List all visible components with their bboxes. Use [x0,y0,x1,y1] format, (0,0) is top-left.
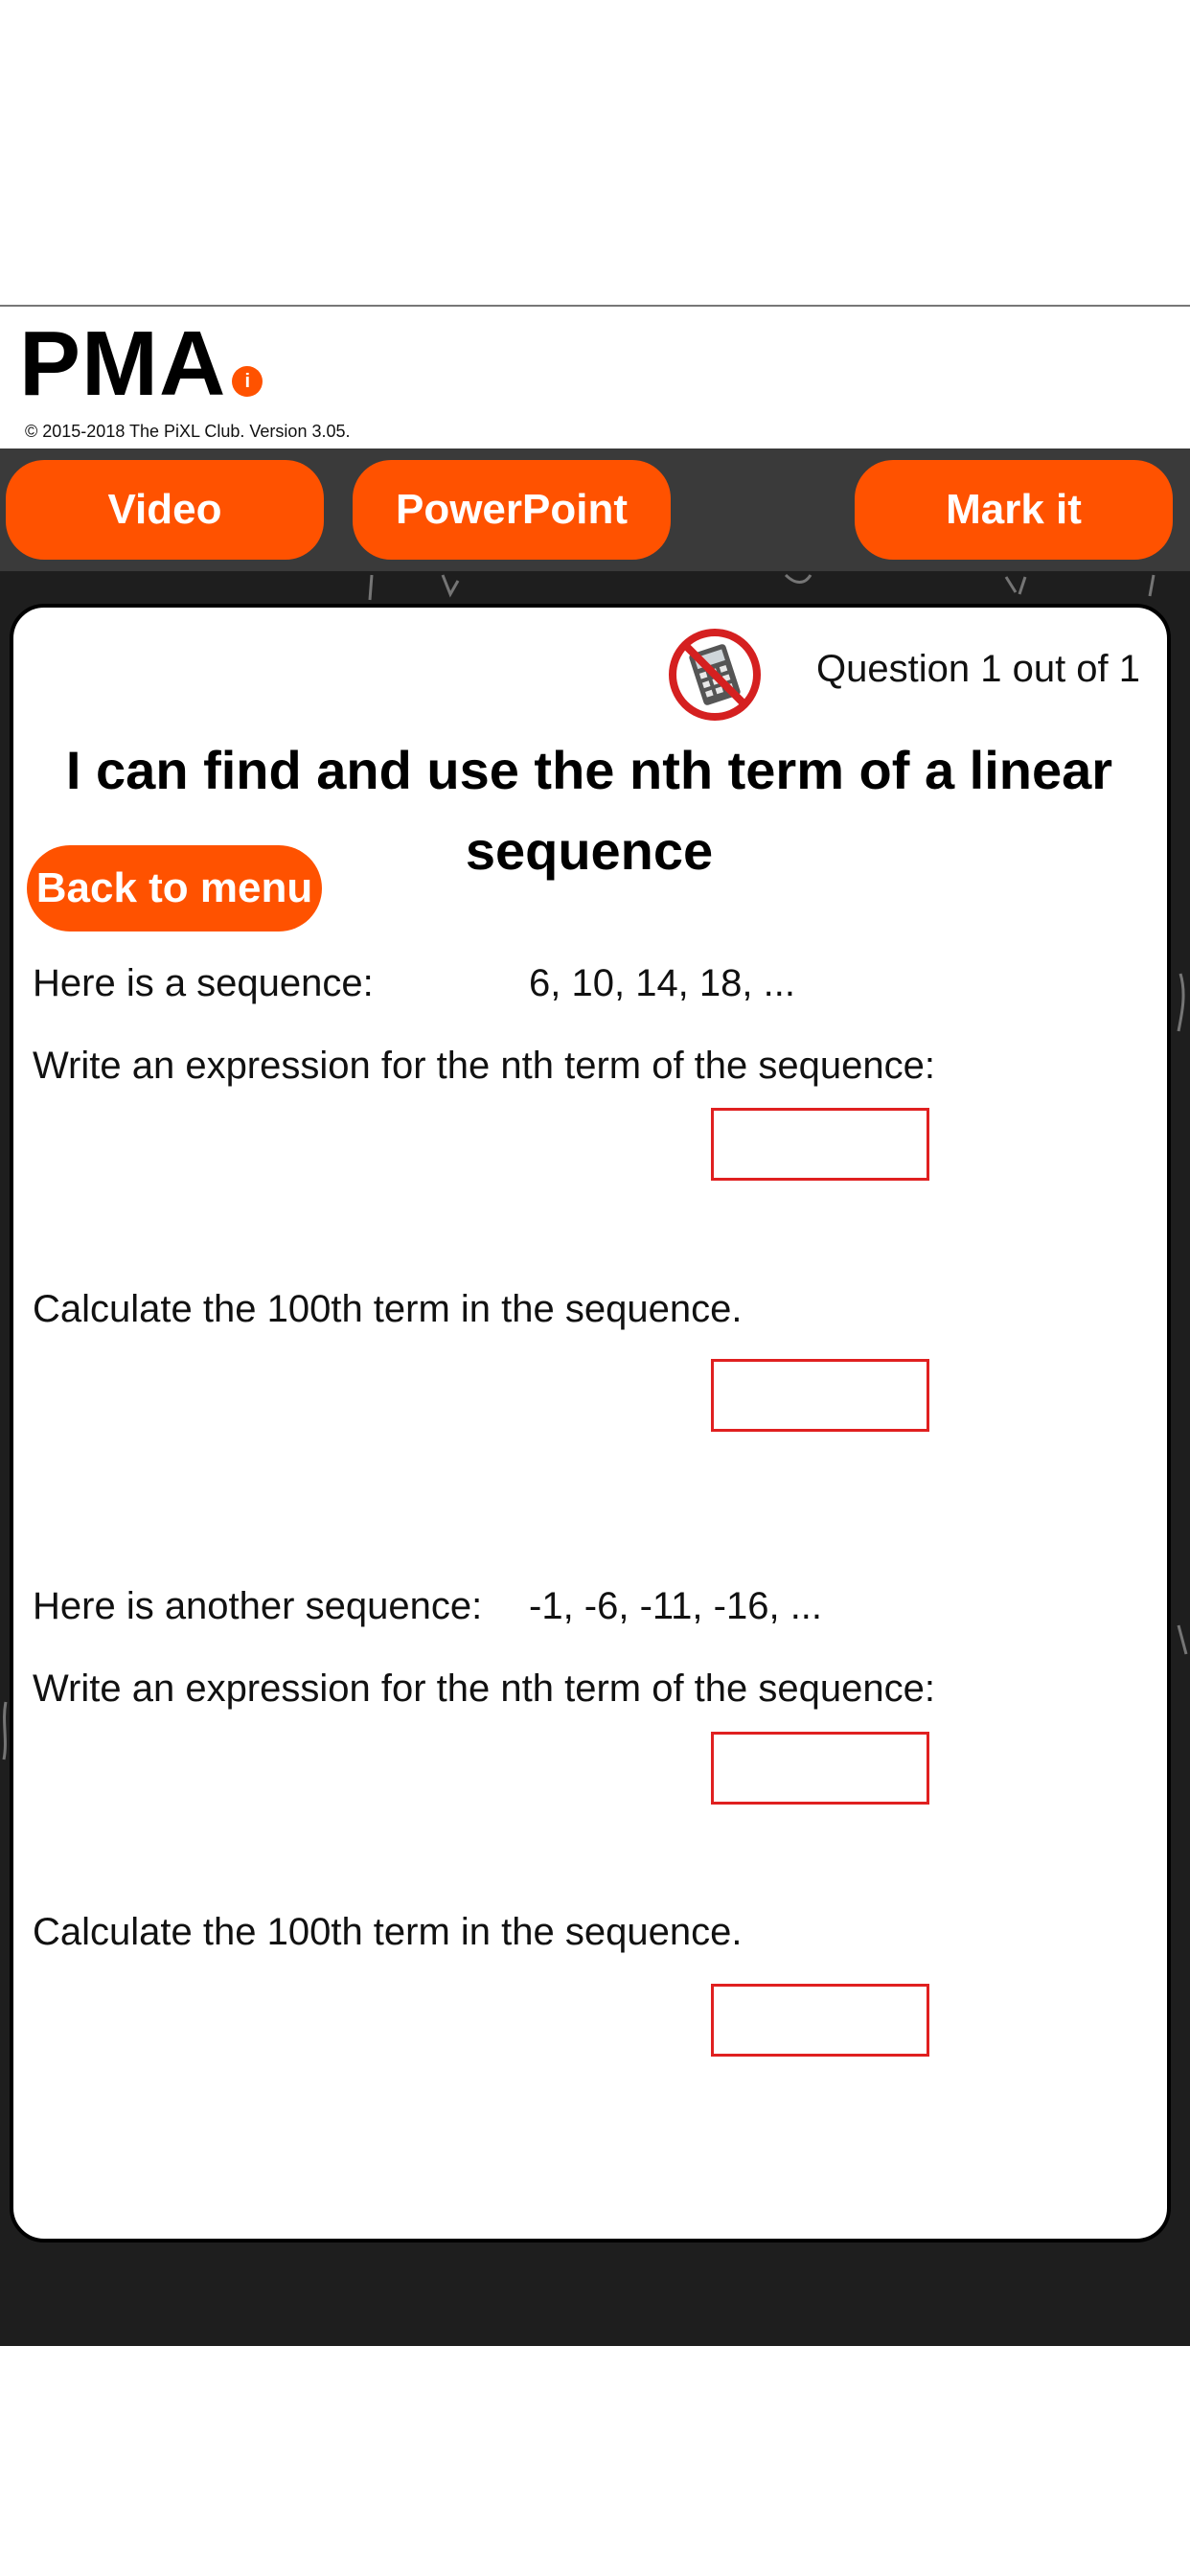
q2-sequence: -1, -6, -11, -16, ... [529,1585,823,1627]
copyright-text: © 2015-2018 The PiXL Club. Version 3.05. [25,422,351,441]
bottom-blank-area [0,2346,1190,2576]
q1-part-a-prompt: Write an expression for the nth term of … [33,1045,935,1087]
no-calculator-icon [669,629,761,721]
q2-part-a-prompt: Write an expression for the nth term of … [33,1668,935,1710]
video-button[interactable]: Video [6,460,324,560]
mark-it-button[interactable]: Mark it [855,460,1173,560]
top-divider [0,305,1190,307]
q1-100th-term-input[interactable] [711,1359,929,1432]
toolbar: Video PowerPoint Mark it [0,448,1190,571]
q2-part-b-prompt: Calculate the 100th term in the sequence… [33,1911,743,1953]
q2-nth-term-input[interactable] [711,1732,929,1805]
q1-sequence: 6, 10, 14, 18, ... [529,962,795,1004]
info-icon[interactable]: i [232,366,263,397]
q1-intro: Here is a sequence: [33,962,374,1004]
back-to-menu-button[interactable]: Back to menu [27,845,322,932]
brand-logo: PMA i [19,316,263,412]
powerpoint-button[interactable]: PowerPoint [353,460,671,560]
q1-part-b-prompt: Calculate the 100th term in the sequence… [33,1288,743,1330]
q2-100th-term-input[interactable] [711,1984,929,2057]
question-counter: Question 1 out of 1 [816,648,1141,690]
q1-nth-term-input[interactable] [711,1108,929,1181]
q2-intro: Here is another sequence: [33,1585,483,1627]
brand-name: PMA [19,312,227,415]
